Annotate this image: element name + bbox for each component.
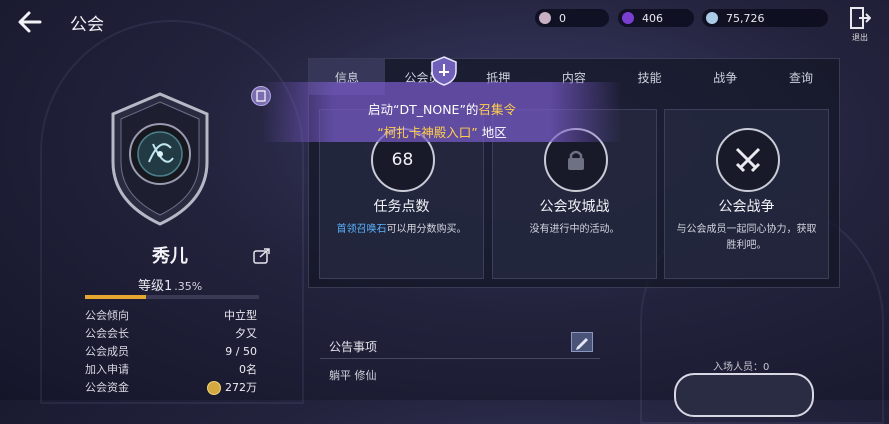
back-button[interactable] bbox=[14, 6, 46, 38]
currency-value: 75,726 bbox=[726, 11, 765, 25]
tab-war[interactable]: 战争 bbox=[687, 59, 763, 95]
info-row-applications: 加入申请 0名 bbox=[85, 361, 257, 379]
guild-level: 等级1.35% bbox=[138, 275, 202, 294]
info-label: 公会会长 bbox=[85, 327, 129, 340]
summon-notice-banner: 启动“DT_NONE”的召集令 “柯扎卡神殿入口” 地区 bbox=[262, 82, 622, 142]
silver-gem-icon bbox=[706, 12, 718, 24]
entry-count: 入场人员：0 bbox=[713, 362, 770, 373]
card-desc-text: 可以用分数购买。 bbox=[386, 224, 467, 235]
tab-skills[interactable]: 技能 bbox=[612, 59, 688, 95]
funds-value: 272万 bbox=[225, 381, 257, 394]
card-title: 公会攻城战 bbox=[539, 199, 610, 215]
exit-button[interactable]: 退出 bbox=[846, 6, 874, 42]
guild-name: 秀儿 bbox=[152, 246, 188, 267]
purple-gem-icon bbox=[622, 12, 634, 24]
pearl-icon bbox=[539, 12, 551, 24]
info-row-members: 公会成员 9 / 50 bbox=[85, 343, 257, 361]
card-description: 与公会成员一起同心协力，获取胜利吧。 bbox=[676, 224, 817, 251]
banner-highlight: 召集令 bbox=[478, 102, 516, 117]
banner-text: 启动“DT_NONE”的 bbox=[368, 102, 479, 117]
notice-title: 公告事项 bbox=[329, 340, 378, 354]
top-bar: 公会 0 406 75,726 退出 bbox=[0, 0, 889, 44]
info-label: 公会倾向 bbox=[85, 309, 129, 322]
info-label: 公会资金 bbox=[85, 381, 129, 394]
currency-value: 0 bbox=[559, 11, 566, 25]
notice-text: 躺平 修仙 bbox=[329, 369, 377, 382]
card-description: 没有进行中的活动。 bbox=[529, 224, 620, 235]
currency-purple-gem[interactable]: 406 bbox=[618, 9, 694, 27]
tab-search[interactable]: 查询 bbox=[763, 59, 839, 95]
info-value: 272万 bbox=[207, 379, 257, 397]
banner-text: 地区 bbox=[477, 125, 507, 140]
info-value: 中立型 bbox=[224, 309, 257, 322]
banner-highlight: “柯扎卡神殿入口” bbox=[377, 125, 478, 140]
summon-badge-icon bbox=[431, 56, 457, 86]
page-title: 公会 bbox=[70, 15, 104, 35]
guild-exp-bar bbox=[85, 295, 259, 299]
banner-line-1: 启动“DT_NONE”的召集令 bbox=[262, 99, 622, 118]
info-value: 9 / 50 bbox=[225, 345, 257, 358]
card-description: 首领召唤石可以用分数购买。 bbox=[328, 222, 475, 238]
gold-coin-icon bbox=[207, 381, 221, 395]
share-icon[interactable] bbox=[253, 248, 271, 264]
card-title: 任务点数 bbox=[373, 199, 430, 215]
card-title: 公会战争 bbox=[718, 199, 775, 215]
guild-level-text: 等级1 bbox=[138, 279, 173, 294]
info-value: 夕又 bbox=[235, 327, 257, 340]
guild-info-list: 公会倾向 中立型 公会会长 夕又 公会成员 9 / 50 加入申请 0名 公会资… bbox=[85, 307, 257, 397]
exit-label: 退出 bbox=[852, 33, 868, 42]
info-label: 加入申请 bbox=[85, 363, 129, 376]
currency-silver-gem[interactable]: 75,726 bbox=[702, 9, 828, 27]
info-row-leader: 公会会长 夕又 bbox=[85, 325, 257, 343]
crossed-swords-icon bbox=[715, 128, 780, 192]
edit-notice-button[interactable] bbox=[571, 332, 593, 352]
card-highlight: 首领召唤石 bbox=[336, 224, 387, 235]
banner-line-2: “柯扎卡神殿入口” 地区 bbox=[262, 122, 622, 141]
pencil-icon bbox=[576, 338, 588, 350]
exit-door-icon bbox=[850, 7, 872, 29]
info-row-funds: 公会资金 272万 bbox=[85, 379, 257, 397]
currency-value: 406 bbox=[642, 11, 663, 25]
currency-pearl[interactable]: 0 bbox=[535, 9, 609, 27]
info-value: 0名 bbox=[239, 363, 257, 376]
guild-emblem-shield bbox=[111, 92, 209, 226]
guild-level-percent: .35% bbox=[174, 280, 203, 293]
info-row-tendency: 公会倾向 中立型 bbox=[85, 307, 257, 325]
back-arrow-icon bbox=[18, 11, 42, 33]
notice-divider bbox=[320, 358, 600, 359]
card-guild-war[interactable]: 公会战争 与公会成员一起同心协力，获取胜利吧。 bbox=[664, 109, 829, 279]
guild-exp-fill bbox=[85, 295, 146, 299]
info-label: 公会成员 bbox=[85, 345, 129, 358]
enter-button[interactable] bbox=[674, 373, 814, 417]
